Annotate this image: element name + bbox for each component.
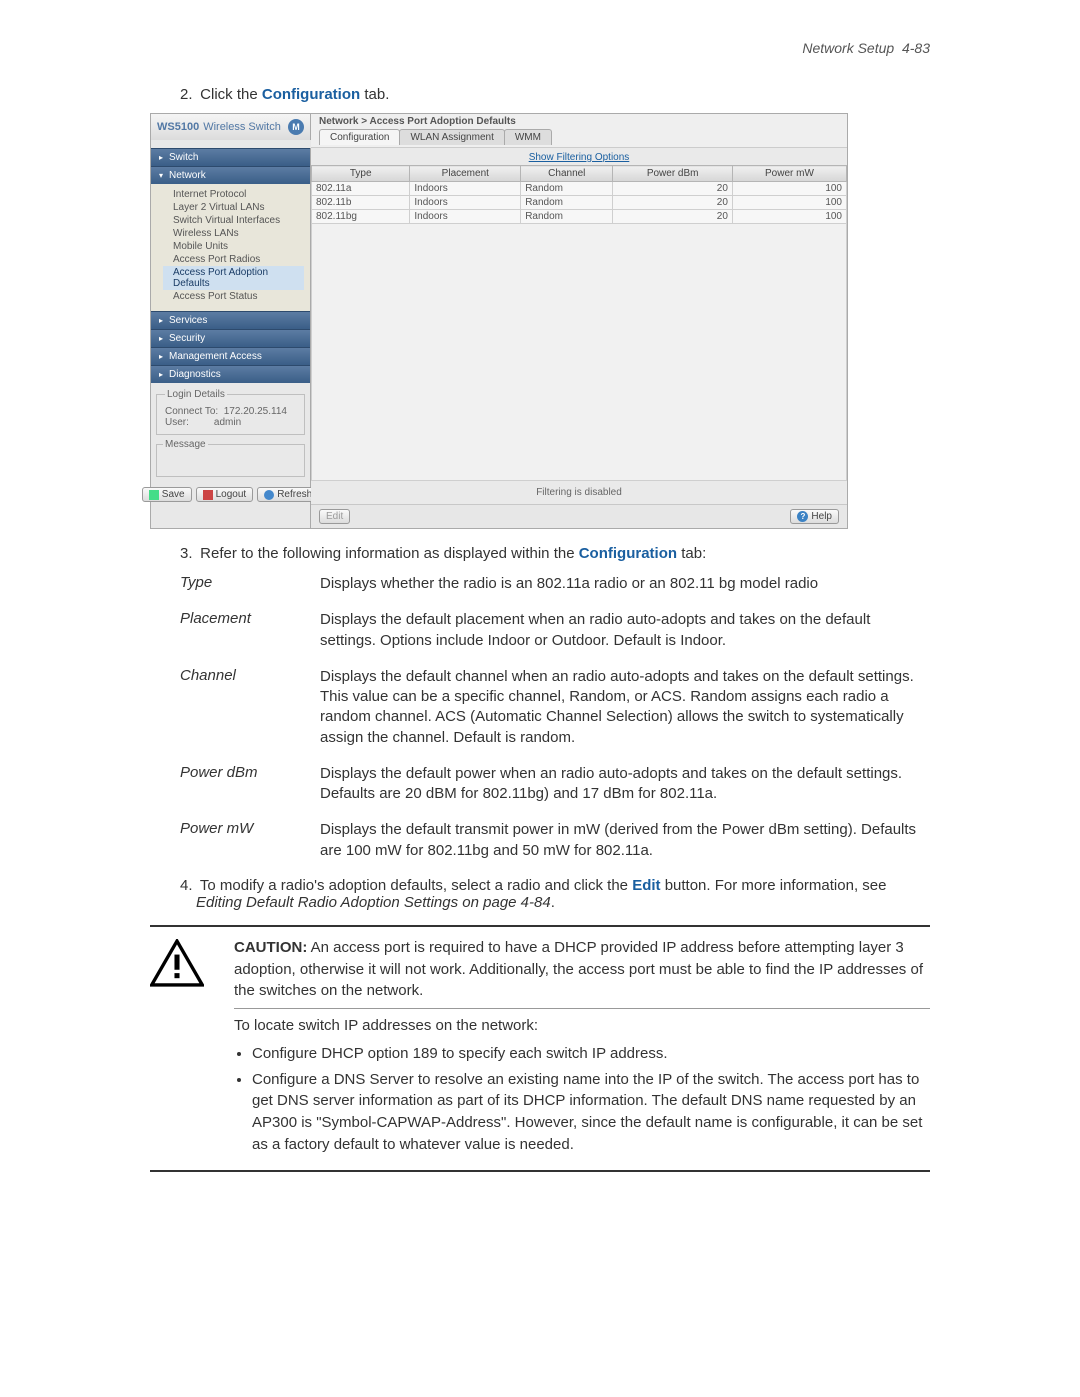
keyword-edit: Edit <box>632 877 660 894</box>
col-power-mw[interactable]: Power mW <box>732 166 846 182</box>
caution-icon <box>150 939 204 987</box>
def-term: Type <box>180 574 310 591</box>
nav-sec-diag[interactable]: ▸Diagnostics <box>151 365 310 383</box>
login-user: admin <box>214 417 241 428</box>
col-channel[interactable]: Channel <box>521 166 613 182</box>
chevron-right-icon: ▸ <box>159 316 163 325</box>
tab-strip: Configuration WLAN Assignment WMM <box>319 129 839 145</box>
main-content: Show Filtering Options Type Placement Ch… <box>311 148 847 528</box>
breadcrumb: Network > Access Port Adoption Defaults <box>319 116 839 127</box>
chevron-down-icon: ▾ <box>159 171 163 180</box>
chevron-right-icon: ▸ <box>159 334 163 343</box>
step-4: 4. To modify a radio's adoption defaults… <box>180 877 930 911</box>
refresh-icon <box>264 490 274 500</box>
header-section: Network Setup <box>802 40 894 56</box>
tree-svi[interactable]: Switch Virtual Interfaces <box>163 214 304 227</box>
save-button[interactable]: Save <box>142 487 192 502</box>
table-row[interactable]: 802.11bgIndoorsRandom20100 <box>312 210 847 224</box>
col-power-dbm[interactable]: Power dBm <box>613 166 733 182</box>
keyword-configuration: Configuration <box>262 86 360 103</box>
chevron-right-icon: ▸ <box>159 352 163 361</box>
tab-wlan-assignment[interactable]: WLAN Assignment <box>399 129 504 145</box>
nav-sec-mgmt[interactable]: ▸Management Access <box>151 347 310 365</box>
def-desc: Displays the default placement when an r… <box>320 610 930 651</box>
caution-text: An access port is required to have a DHC… <box>234 939 923 1000</box>
step-3: 3. Refer to the following information as… <box>180 545 930 562</box>
login-host: 172.20.25.114 <box>224 406 287 417</box>
brand-logo-icon: M <box>288 119 304 135</box>
step-4-ref: Editing Default Radio Adoption Settings … <box>196 894 551 911</box>
step-2: 2. Click the Configuration tab. <box>180 86 930 103</box>
caution-callout: CAUTION: An access port is required to h… <box>150 925 930 1172</box>
table-row[interactable]: 802.11aIndoorsRandom20100 <box>312 182 847 196</box>
nav-sec-security[interactable]: ▸Security <box>151 329 310 347</box>
caution-bullet: Configure DHCP option 189 to specify eac… <box>252 1043 930 1065</box>
logout-icon <box>203 490 213 500</box>
help-icon: ? <box>797 511 808 522</box>
tree-internet-protocol[interactable]: Internet Protocol <box>163 188 304 201</box>
tree-wlans[interactable]: Wireless LANs <box>163 227 304 240</box>
nav-tree: Internet Protocol Layer 2 Virtual LANs S… <box>151 184 310 311</box>
page-header: Network Setup 4-83 <box>150 40 930 56</box>
col-placement[interactable]: Placement <box>410 166 521 182</box>
keyword-configuration: Configuration <box>579 545 677 562</box>
filter-status: Filtering is disabled <box>311 481 847 504</box>
tree-ap-radios[interactable]: Access Port Radios <box>163 253 304 266</box>
help-button[interactable]: ?Help <box>790 509 839 524</box>
chevron-right-icon: ▸ <box>159 153 163 162</box>
defaults-table: Type Placement Channel Power dBm Power m… <box>311 165 847 224</box>
caution-label: CAUTION: <box>234 939 307 956</box>
header-page: 4-83 <box>902 40 930 56</box>
caution-locate: To locate switch IP addresses on the net… <box>234 1015 930 1037</box>
table-row[interactable]: 802.11bIndoorsRandom20100 <box>312 196 847 210</box>
caution-bullet: Configure a DNS Server to resolve an exi… <box>252 1069 930 1156</box>
tab-wmm[interactable]: WMM <box>504 129 552 145</box>
def-desc: Displays the default channel when an rad… <box>320 667 930 748</box>
chevron-right-icon: ▸ <box>159 370 163 379</box>
def-term: Channel <box>180 667 310 684</box>
logout-button[interactable]: Logout <box>196 487 254 502</box>
col-type[interactable]: Type <box>312 166 410 182</box>
show-filtering-options-link[interactable]: Show Filtering Options <box>311 148 847 165</box>
app-screenshot: WS5100 Wireless Switch M Network > Acces… <box>150 113 848 529</box>
login-legend: Login Details <box>165 389 227 400</box>
message-box: Message <box>156 439 305 477</box>
nav-sec-switch[interactable]: ▸Switch <box>151 148 310 166</box>
edit-button[interactable]: Edit <box>319 509 350 524</box>
refresh-button[interactable]: Refresh <box>257 487 319 502</box>
save-icon <box>149 490 159 500</box>
def-desc: Displays the default power when an radio… <box>320 764 930 805</box>
def-term: Power dBm <box>180 764 310 781</box>
def-desc: Displays whether the radio is an 802.11a… <box>320 574 930 594</box>
tree-mobile-units[interactable]: Mobile Units <box>163 240 304 253</box>
def-desc: Displays the default transmit power in m… <box>320 820 930 861</box>
brand-name: WS5100 <box>157 121 199 133</box>
tree-ap-adoption-defaults[interactable]: Access Port Adoption Defaults <box>163 266 304 290</box>
tree-l2-vlans[interactable]: Layer 2 Virtual LANs <box>163 201 304 214</box>
tree-ap-status[interactable]: Access Port Status <box>163 290 304 303</box>
brand-bar: WS5100 Wireless Switch M <box>151 114 311 140</box>
definitions-list: Type Displays whether the radio is an 802… <box>180 574 930 861</box>
tab-configuration[interactable]: Configuration <box>319 129 400 145</box>
def-term: Placement <box>180 610 310 627</box>
nav-panel: ▸Switch ▾Network Internet Protocol Layer… <box>151 148 311 528</box>
message-legend: Message <box>163 439 208 450</box>
nav-sec-services[interactable]: ▸Services <box>151 311 310 329</box>
def-term: Power mW <box>180 820 310 837</box>
brand-sub: Wireless Switch <box>203 121 281 133</box>
login-details: Login Details Connect To: 172.20.25.114 … <box>156 389 305 435</box>
nav-sec-network[interactable]: ▾Network <box>151 166 310 184</box>
